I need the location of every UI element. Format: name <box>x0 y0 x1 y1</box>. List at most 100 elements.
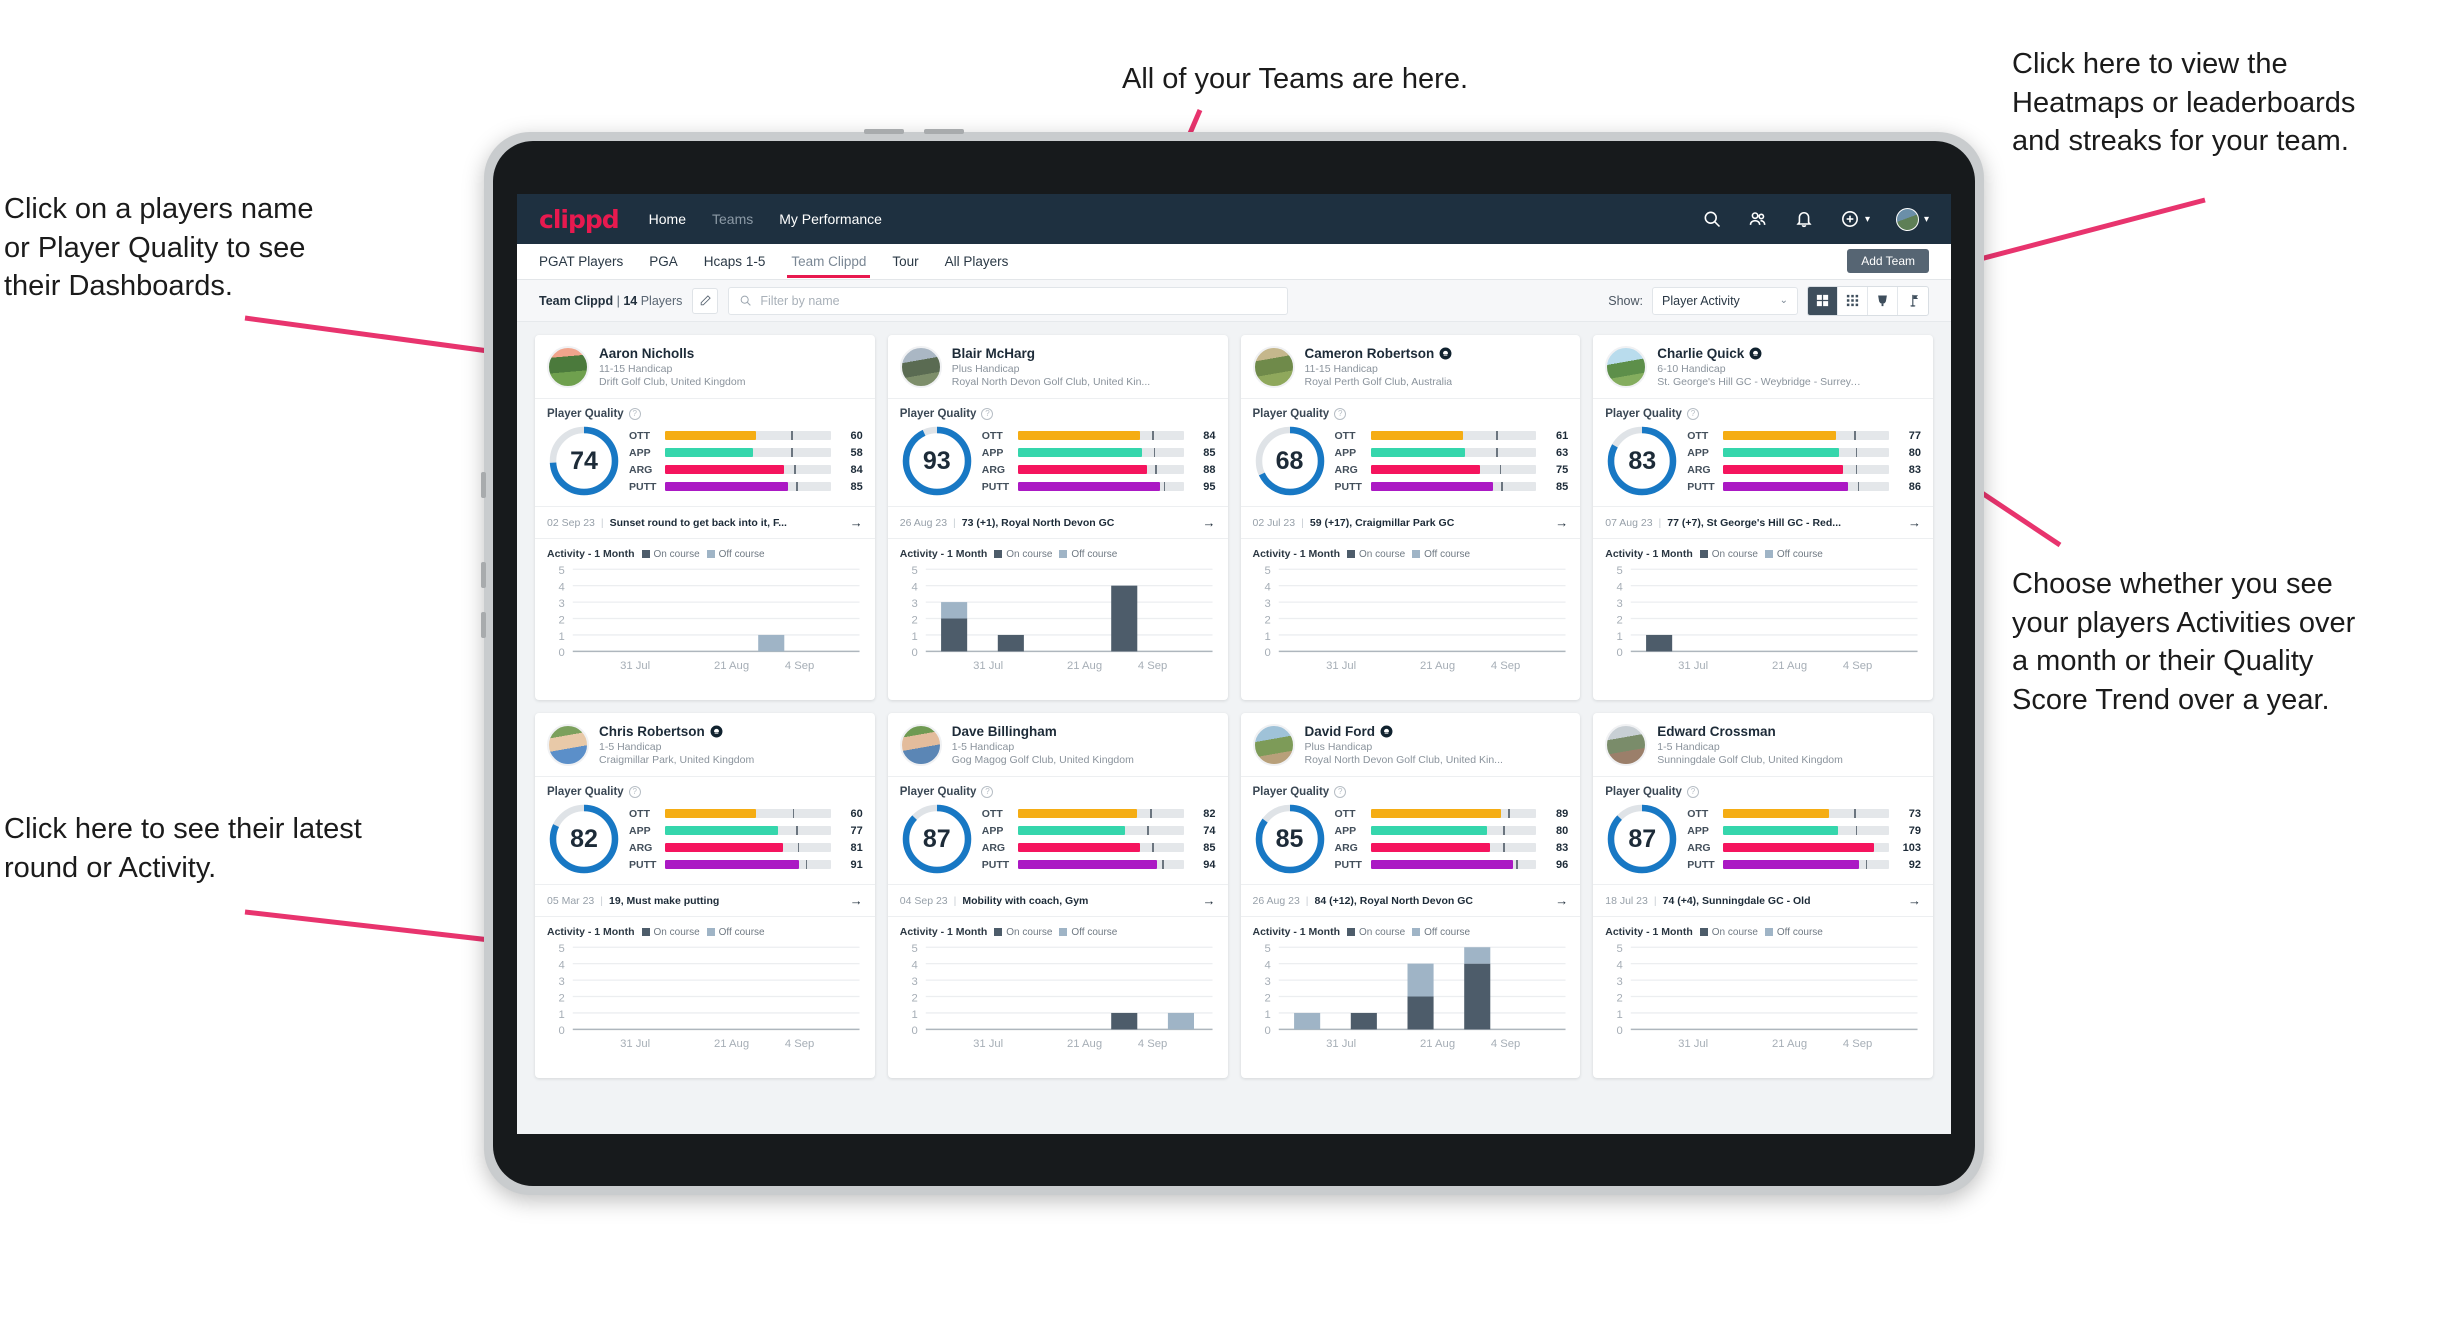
search-icon[interactable] <box>1702 209 1722 229</box>
help-icon[interactable]: ? <box>981 786 994 798</box>
player-card[interactable]: Dave Billingham 1-5 Handicap Gog Magog G… <box>887 713 1228 1078</box>
tab-team-clippd[interactable]: Team Clippd <box>787 246 871 278</box>
player-card-header[interactable]: David Ford Plus Handicap Royal North Dev… <box>1241 713 1581 776</box>
player-name[interactable]: Aaron Nicholls <box>599 346 694 361</box>
player-card[interactable]: David Ford Plus Handicap Royal North Dev… <box>1240 713 1581 1078</box>
player-avatar[interactable] <box>1605 724 1648 766</box>
player-card[interactable]: Aaron Nicholls 11-15 Handicap Drift Golf… <box>535 335 875 700</box>
player-name[interactable]: Dave Billingham <box>952 724 1057 739</box>
player-name-row[interactable]: Dave Billingham <box>952 724 1134 739</box>
help-icon[interactable]: ? <box>628 786 641 798</box>
add-team-button[interactable]: Add Team <box>1847 249 1929 273</box>
player-card[interactable]: Blair McHarg Plus Handicap Royal North D… <box>887 335 1228 700</box>
help-icon[interactable]: ? <box>1334 408 1347 420</box>
player-avatar[interactable] <box>1252 724 1295 766</box>
latest-activity-row[interactable]: 07 Aug 23 | 77 (+7), St George's Hill GC… <box>1593 506 1933 539</box>
latest-activity-row[interactable]: 26 Aug 23 | 73 (+1), Royal North Devon G… <box>887 506 1228 539</box>
player-card-header[interactable]: Blair McHarg Plus Handicap Royal North D… <box>888 335 1228 398</box>
player-card[interactable]: Chris Robertson 1-5 Handicap Craigmillar… <box>535 713 875 1078</box>
tab-all-players[interactable]: All Players <box>945 246 1009 278</box>
arrow-right-icon[interactable]: → <box>842 515 863 530</box>
player-quality-ring[interactable]: 93 <box>900 424 974 498</box>
player-name[interactable]: David Ford <box>1305 724 1376 739</box>
player-quality-label[interactable]: Player Quality <box>547 786 624 798</box>
player-name[interactable]: Charlie Quick <box>1657 346 1744 361</box>
arrow-right-icon[interactable]: → <box>1547 515 1568 530</box>
player-quality-label[interactable]: Player Quality <box>900 786 977 798</box>
show-select[interactable]: Player Activity ⌄ <box>1652 286 1798 315</box>
player-name-row[interactable]: Edward Crossman <box>1657 724 1843 739</box>
player-quality-label[interactable]: Player Quality <box>1253 786 1330 798</box>
avatar[interactable] <box>1895 207 1919 231</box>
player-quality-label[interactable]: Player Quality <box>900 408 977 420</box>
view-heatmap-button[interactable] <box>1898 287 1928 315</box>
arrow-right-icon[interactable]: → <box>1900 515 1921 530</box>
player-name[interactable]: Blair McHarg <box>952 346 1035 361</box>
filter-by-name-input[interactable]: Filter by name <box>728 286 1289 315</box>
player-card-header[interactable]: Aaron Nicholls 11-15 Handicap Drift Golf… <box>535 335 875 398</box>
arrow-right-icon[interactable]: → <box>1900 893 1921 908</box>
view-large-grid-button[interactable] <box>1808 286 1838 315</box>
player-card-header[interactable]: Edward Crossman 1-5 Handicap Sunningdale… <box>1593 713 1933 776</box>
player-quality-label[interactable]: Player Quality <box>547 408 624 420</box>
arrow-right-icon[interactable]: → <box>1195 893 1216 908</box>
tab-pga[interactable]: PGA <box>649 246 678 278</box>
player-name[interactable]: Chris Robertson <box>599 724 705 739</box>
player-avatar[interactable] <box>899 724 942 766</box>
player-name-row[interactable]: Chris Robertson <box>599 724 754 739</box>
latest-activity-row[interactable]: 02 Sep 23 | Sunset round to get back int… <box>535 506 875 539</box>
edit-team-button[interactable] <box>692 287 719 314</box>
player-card[interactable]: Edward Crossman 1-5 Handicap Sunningdale… <box>1593 713 1933 1078</box>
player-card-header[interactable]: Cameron Robertson 11-15 Handicap Royal P… <box>1241 335 1581 398</box>
latest-activity-row[interactable]: 04 Sep 23 | Mobility with coach, Gym → <box>887 884 1228 917</box>
player-name-row[interactable]: Cameron Robertson <box>1305 346 1453 361</box>
nav-link-home[interactable]: Home <box>649 211 686 227</box>
player-quality-label[interactable]: Player Quality <box>1605 408 1682 420</box>
player-quality-label[interactable]: Player Quality <box>1605 786 1682 798</box>
player-avatar[interactable] <box>547 346 589 388</box>
player-quality-ring[interactable]: 87 <box>900 802 974 876</box>
player-name[interactable]: Cameron Robertson <box>1305 346 1435 361</box>
player-quality-ring[interactable]: 87 <box>1605 802 1679 876</box>
player-card-header[interactable]: Chris Robertson 1-5 Handicap Craigmillar… <box>535 713 875 776</box>
help-icon[interactable]: ? <box>628 408 641 420</box>
player-quality-ring[interactable]: 74 <box>547 424 621 498</box>
player-avatar[interactable] <box>547 724 589 766</box>
player-avatar[interactable] <box>899 346 942 388</box>
help-icon[interactable]: ? <box>1334 786 1347 798</box>
clippd-logo[interactable]: clippd <box>539 205 620 234</box>
help-icon[interactable]: ? <box>981 408 994 420</box>
plus-circle-icon[interactable] <box>1840 209 1860 229</box>
player-name-row[interactable]: David Ford <box>1305 724 1503 739</box>
player-avatar[interactable] <box>1605 346 1648 388</box>
latest-activity-row[interactable]: 02 Jul 23 | 59 (+17), Craigmillar Park G… <box>1240 506 1581 539</box>
tab-tour[interactable]: Tour <box>892 246 918 278</box>
people-icon[interactable] <box>1748 209 1768 229</box>
nav-link-my-performance[interactable]: My Performance <box>779 211 882 227</box>
player-name[interactable]: Edward Crossman <box>1657 724 1776 739</box>
player-name-row[interactable]: Charlie Quick <box>1657 346 1861 361</box>
view-small-grid-button[interactable] <box>1838 286 1868 315</box>
player-quality-ring[interactable]: 85 <box>1253 802 1327 876</box>
user-menu[interactable]: ▾ <box>1895 207 1929 231</box>
player-card-header[interactable]: Dave Billingham 1-5 Handicap Gog Magog G… <box>888 713 1228 776</box>
player-quality-ring[interactable]: 68 <box>1253 424 1327 498</box>
player-card[interactable]: Charlie Quick 6-10 Handicap St. George's… <box>1593 335 1933 700</box>
nav-link-teams[interactable]: Teams <box>712 211 753 227</box>
bell-icon[interactable] <box>1794 209 1814 229</box>
player-quality-ring[interactable]: 82 <box>547 802 621 876</box>
tab-hcaps-1-5[interactable]: Hcaps 1-5 <box>704 246 766 278</box>
arrow-right-icon[interactable]: → <box>1195 515 1216 530</box>
player-card[interactable]: Cameron Robertson 11-15 Handicap Royal P… <box>1240 335 1581 700</box>
arrow-right-icon[interactable]: → <box>1547 893 1568 908</box>
player-name-row[interactable]: Blair McHarg <box>952 346 1150 361</box>
view-leaderboard-button[interactable] <box>1868 286 1898 315</box>
help-icon[interactable]: ? <box>1686 786 1699 798</box>
tab-pgat-players[interactable]: PGAT Players <box>539 246 623 278</box>
help-icon[interactable]: ? <box>1686 408 1699 420</box>
player-quality-ring[interactable]: 83 <box>1605 424 1679 498</box>
latest-activity-row[interactable]: 26 Aug 23 | 84 (+12), Royal North Devon … <box>1240 884 1581 917</box>
latest-activity-row[interactable]: 18 Jul 23 | 74 (+4), Sunningdale GC - Ol… <box>1593 884 1933 917</box>
latest-activity-row[interactable]: 05 Mar 23 | 19, Must make putting → <box>535 884 875 917</box>
player-card-header[interactable]: Charlie Quick 6-10 Handicap St. George's… <box>1593 335 1933 398</box>
